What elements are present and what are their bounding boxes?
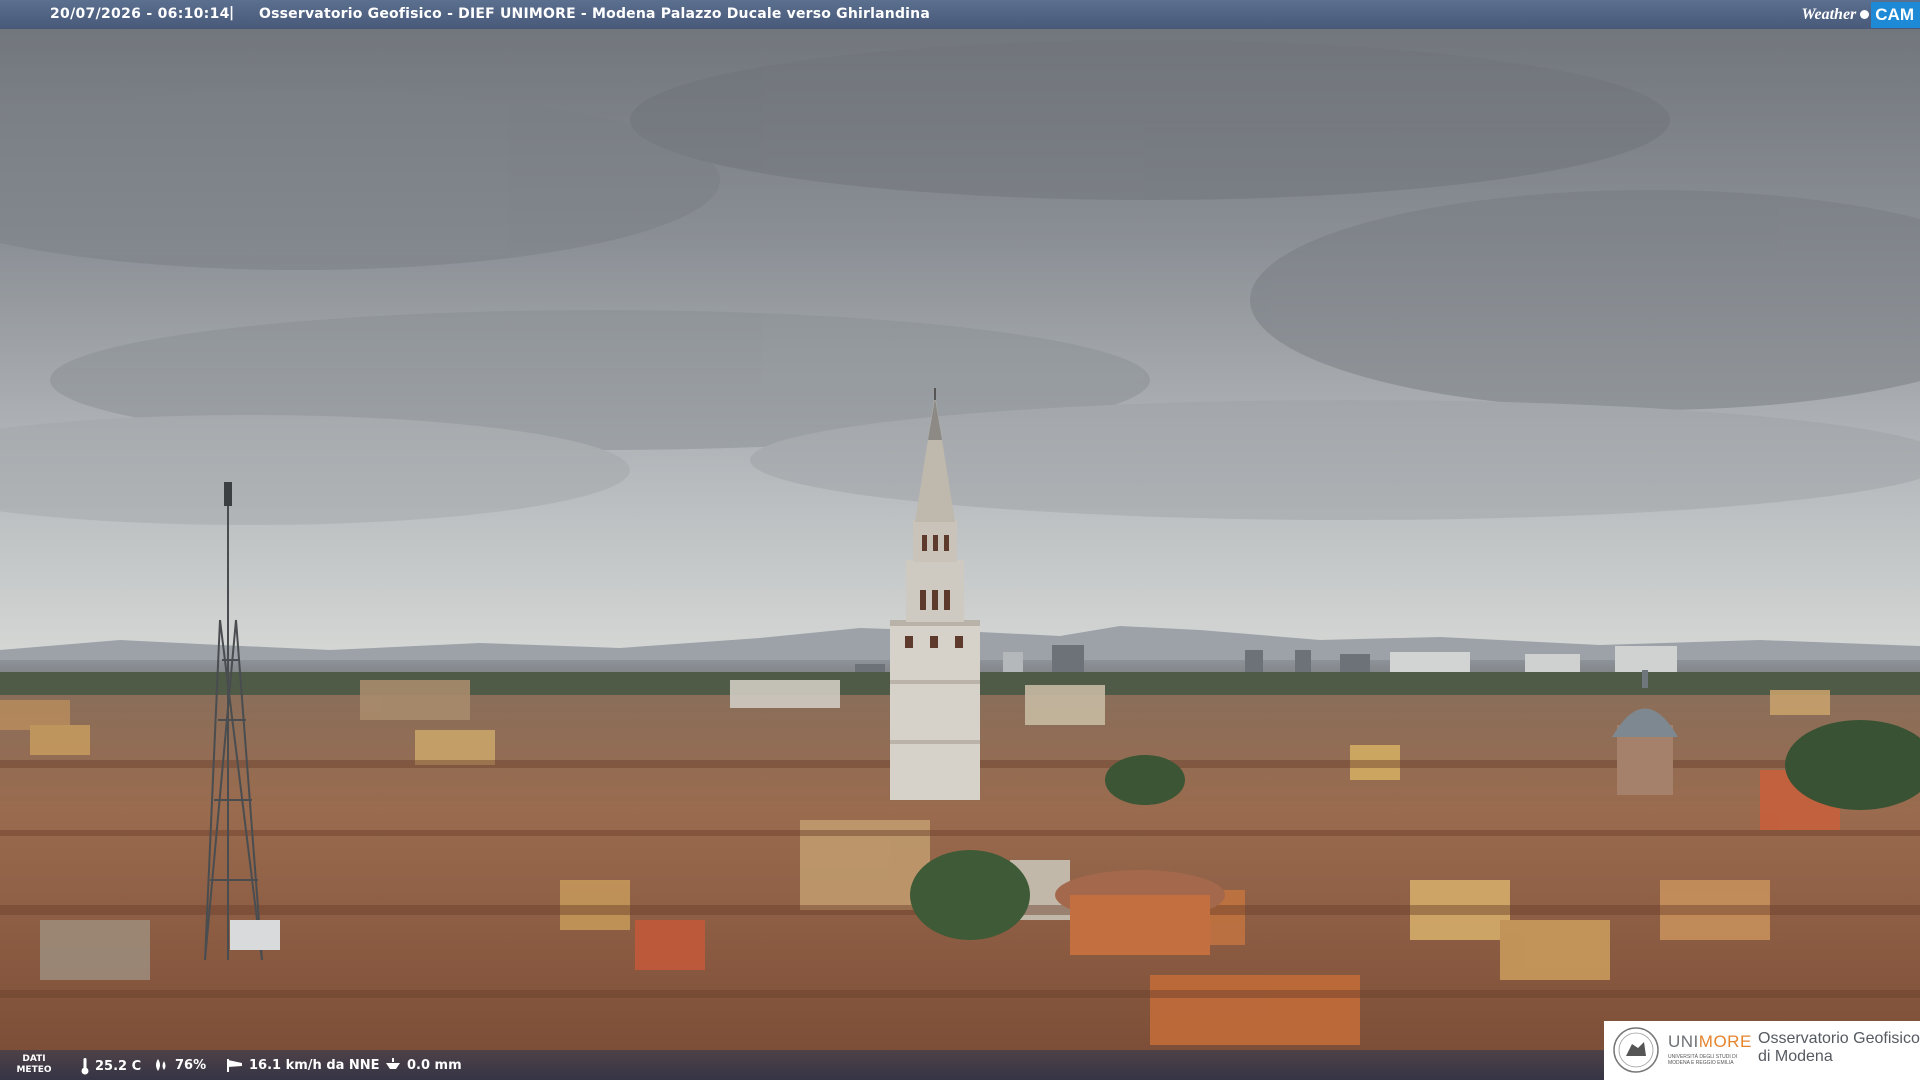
webcam-photo xyxy=(0,0,1920,1080)
tree xyxy=(1105,755,1185,805)
observatory-line2: di Modena xyxy=(1758,1048,1833,1065)
logo-dot-icon xyxy=(1860,10,1870,19)
temperature-readout: 25.2 C xyxy=(80,1057,141,1075)
university-subtitle: UNIVERSITÀ DEGLI STUDI DI MODENA E REGGI… xyxy=(1668,1054,1738,1066)
weather-data-bar: DATI METEO 25.2 C 76% 16.1 km/h da NNE 0… xyxy=(0,1050,1604,1080)
equipment-box xyxy=(230,920,280,950)
weather-label-line2: METEO xyxy=(16,1065,52,1075)
humidity-value: 76% xyxy=(175,1057,207,1073)
wind-readout: 16.1 km/h da NNE xyxy=(226,1057,380,1073)
weather-label: DATI METEO xyxy=(14,1054,54,1076)
observatory-name: Osservatorio Geofisico di Modena xyxy=(1758,1030,1920,1066)
thermometer-icon xyxy=(81,1058,89,1075)
unimore-branding: UNIMORE UNIVERSITÀ DEGLI STUDI DI MODENA… xyxy=(1604,1021,1920,1080)
rain-gauge-icon xyxy=(386,1058,400,1069)
tree xyxy=(910,850,1030,940)
observatory-line1: Osservatorio Geofisico xyxy=(1758,1030,1920,1047)
weather-label-line1: DATI xyxy=(22,1054,46,1064)
temperature-value: 25.2 C xyxy=(95,1058,142,1074)
wind-sock-icon xyxy=(227,1059,242,1072)
rain-value: 0.0 mm xyxy=(407,1057,462,1073)
university-seal-icon xyxy=(1613,1027,1659,1073)
droplets-icon xyxy=(156,1059,166,1071)
logo-weather-text: Weather xyxy=(1801,5,1857,23)
humidity-readout: 76% xyxy=(152,1057,206,1073)
university-name-more: MORE xyxy=(1698,1032,1752,1051)
logo-cam-text: CAM xyxy=(1871,1,1920,28)
timestamp: 20/07/2026 - 06:10:14 xyxy=(50,6,230,22)
university-name: UNIMORE xyxy=(1668,1032,1752,1052)
university-name-uni: UNI xyxy=(1668,1032,1699,1051)
camera-title: Osservatorio Geofisico - DIEF UNIMORE - … xyxy=(259,6,930,22)
weathercam-logo: Weather CAM xyxy=(1799,0,1920,29)
rain-readout: 0.0 mm xyxy=(384,1057,462,1073)
wind-value: 16.1 km/h da NNE xyxy=(249,1057,380,1073)
header-separator: | xyxy=(229,5,235,21)
antenna-top xyxy=(224,482,232,506)
header-bar: 20/07/2026 - 06:10:14 | Osservatorio Geo… xyxy=(0,0,1920,29)
